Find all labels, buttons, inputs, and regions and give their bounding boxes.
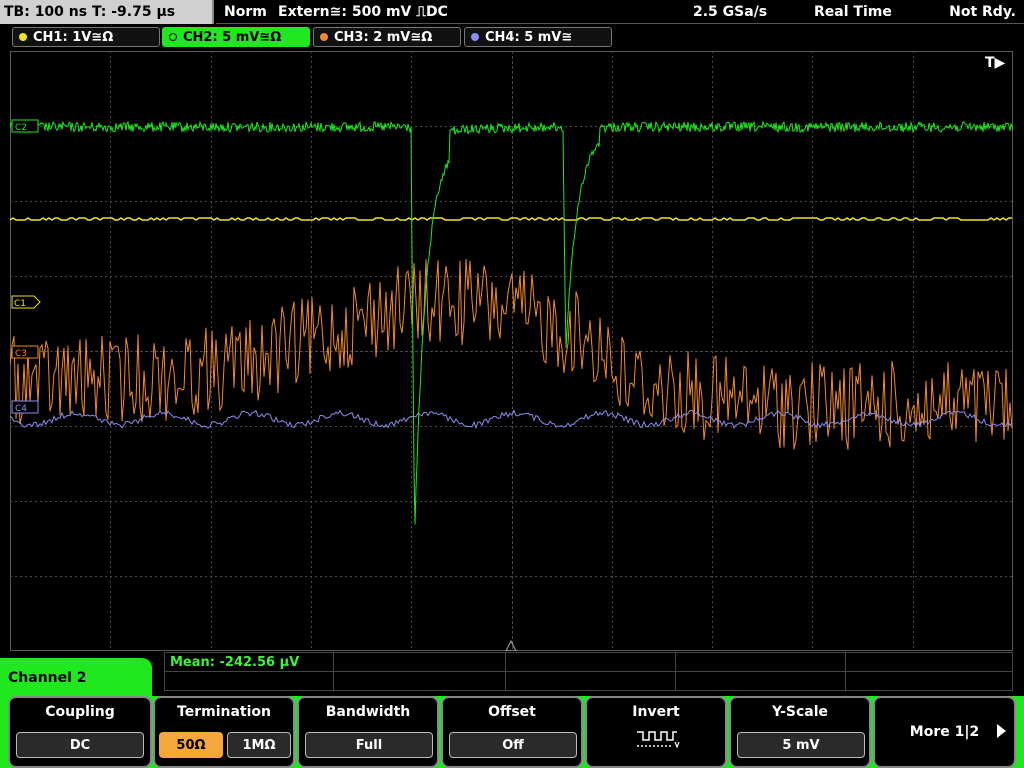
measurement-divider [165, 671, 1013, 672]
ch2-tab-label: CH2: 5 mV≅Ω [183, 30, 282, 45]
square-wave-invert-icon [637, 731, 680, 749]
yscale-softkey[interactable]: Y-Scale 5 mV [729, 696, 871, 768]
yscale-value[interactable]: 5 mV [737, 732, 865, 758]
chevron-right-icon [997, 724, 1006, 738]
termination-label: Termination [177, 704, 271, 720]
waveform-canvas: C2 C1 C3 C4 T▶ [10, 51, 1013, 651]
termination-softkey[interactable]: Termination 50Ω 1MΩ [153, 696, 295, 768]
tab-ch3[interactable]: CH3: 2 mV≅Ω [313, 27, 461, 47]
ch4-marker-label: C4 [15, 404, 27, 414]
tab-ch1[interactable]: CH1: 1V≅Ω [12, 27, 160, 47]
trigger-mode-readout[interactable]: Norm [224, 0, 267, 24]
ch4-color-dot [471, 33, 479, 41]
invert-label: Invert [632, 704, 680, 720]
yscale-label: Y-Scale [771, 704, 828, 720]
ch2-offset-marker: C2 [11, 119, 39, 133]
offset-value[interactable]: Off [449, 732, 577, 758]
ch3-marker-label: C3 [15, 349, 27, 359]
trigger-readout[interactable]: Extern≅: 500 mV ⎍DC [278, 0, 448, 24]
ch2-marker-label: C2 [15, 123, 27, 133]
mean-measurement: Mean: -242.56 µV [170, 655, 300, 670]
softkey-bar: Coupling DC Termination 50Ω 1MΩ Bandwidt… [0, 696, 1024, 768]
bandwidth-value[interactable]: Full [305, 732, 433, 758]
more-label: More 1|2 [909, 724, 980, 740]
ch4-offset-marker: C4 [11, 400, 39, 414]
ch1-marker-label: C1 [14, 299, 26, 309]
bandwidth-softkey[interactable]: Bandwidth Full [297, 696, 439, 768]
offset-softkey[interactable]: Offset Off [441, 696, 583, 768]
ch3-color-dot [320, 33, 328, 41]
waveform-display[interactable]: C2 C1 C3 C4 T▶ [10, 51, 1013, 651]
termination-1mohm-option[interactable]: 1MΩ [227, 732, 291, 758]
bandwidth-label: Bandwidth [325, 704, 411, 720]
menu-title: Channel 2 [0, 658, 152, 698]
measurement-separator [845, 653, 846, 691]
offset-label: Offset [488, 704, 536, 720]
measurement-separator [675, 653, 676, 691]
ch2-color-dot [169, 33, 177, 41]
tab-ch4[interactable]: CH4: 5 mV≅ [464, 27, 612, 47]
tab-ch2[interactable]: CH2: 5 mV≅Ω [162, 27, 310, 47]
status-bar: TB: 100 ns T: -9.75 µs Norm Extern≅: 500… [0, 0, 1024, 24]
measurement-separator [333, 653, 334, 691]
coupling-softkey[interactable]: Coupling DC [8, 696, 152, 768]
termination-50ohm-option[interactable]: 50Ω [159, 732, 223, 758]
more-softkey[interactable]: More 1|2 [873, 696, 1016, 768]
acquisition-status: Not Rdy. [949, 4, 1016, 20]
measurement-panel[interactable]: Mean: -242.56 µV [164, 652, 1013, 691]
ch1-color-dot [19, 33, 27, 41]
ch4-tab-label: CH4: 5 mV≅ [485, 30, 573, 45]
measurement-separator [505, 653, 506, 691]
sample-rate-readout: 2.5 GSa/s [693, 4, 768, 20]
invert-softkey[interactable]: Invert [585, 696, 727, 768]
coupling-value[interactable]: DC [16, 732, 144, 758]
acquisition-mode-readout[interactable]: Real Time [814, 0, 892, 24]
ch3-tab-label: CH3: 2 mV≅Ω [334, 30, 433, 45]
ch1-tab-label: CH1: 1V≅Ω [33, 30, 114, 45]
status-divider [216, 23, 1024, 24]
trigger-position-marker: T▶ [985, 55, 1006, 71]
ch3-offset-marker: C3 [11, 345, 39, 359]
timebase-readout[interactable]: TB: 100 ns T: -9.75 µs [0, 0, 214, 24]
coupling-label: Coupling [45, 704, 115, 720]
